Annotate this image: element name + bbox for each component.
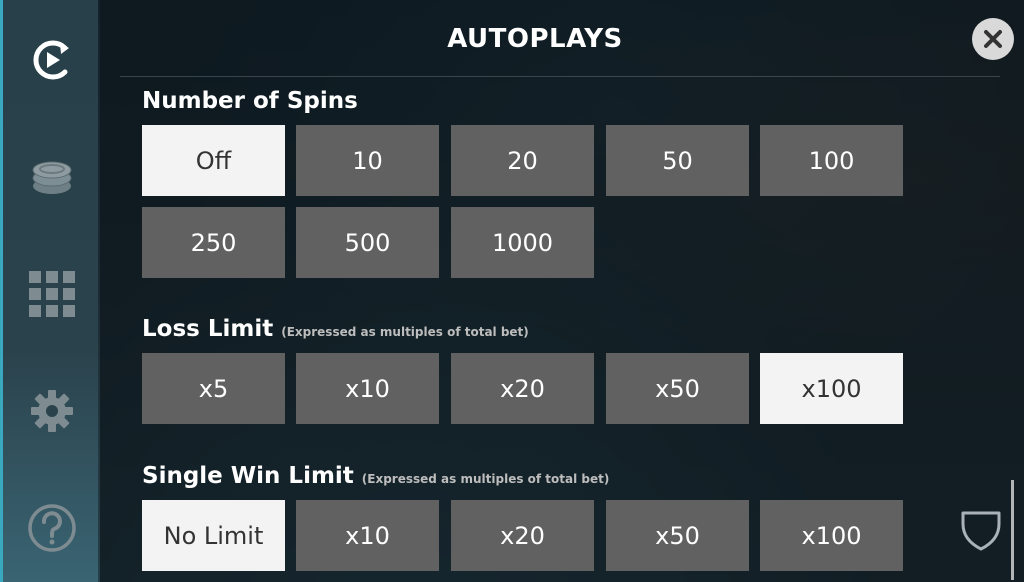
sidebar-item-autoplay[interactable] [3, 30, 101, 90]
win-limit-section-title: Single Win Limit (Expressed as multiples … [142, 463, 609, 489]
sidebar [0, 0, 98, 582]
spins-option-20[interactable]: 20 [451, 125, 594, 196]
loss-limit-option-x50[interactable]: x50 [606, 353, 749, 424]
spins-option-500[interactable]: 500 [296, 207, 439, 278]
sidebar-item-paytable[interactable] [3, 264, 101, 324]
gear-icon [31, 390, 73, 432]
loss-limit-option-x20[interactable]: x20 [451, 353, 594, 424]
loss-limit-option-x10[interactable]: x10 [296, 353, 439, 424]
spins-option-100[interactable]: 100 [760, 125, 903, 196]
shield-icon[interactable] [960, 508, 1002, 552]
sidebar-item-settings[interactable] [3, 381, 101, 441]
loss-limit-option-x5[interactable]: x5 [142, 353, 285, 424]
help-icon [28, 504, 76, 552]
win-limit-label: Single Win Limit [142, 463, 354, 489]
autoplay-icon [33, 40, 69, 80]
win-limit-note: (Expressed as multiples of total bet) [361, 472, 610, 486]
close-icon [984, 30, 1002, 48]
spins-option-250[interactable]: 250 [142, 207, 285, 278]
close-button[interactable] [972, 18, 1014, 60]
win-limit-option-no-limit[interactable]: No Limit [142, 500, 285, 571]
spins-option-1000[interactable]: 1000 [451, 207, 594, 278]
spins-option-10[interactable]: 10 [296, 125, 439, 196]
loss-limit-note: (Expressed as multiples of total bet) [281, 325, 529, 339]
sidebar-item-coins[interactable] [3, 147, 101, 207]
spins-label: Number of Spins [142, 88, 358, 114]
grid-icon [29, 271, 75, 317]
win-limit-option-x10[interactable]: x10 [296, 500, 439, 571]
win-limit-option-x20[interactable]: x20 [451, 500, 594, 571]
divider [120, 76, 1000, 77]
spins-option-off[interactable]: Off [142, 125, 285, 196]
win-limit-option-x100[interactable]: x100 [760, 500, 903, 571]
win-limit-option-x50[interactable]: x50 [606, 500, 749, 571]
page-title: AUTOPLAYS [447, 24, 623, 54]
loss-limit-section-title: Loss Limit (Expressed as multiples of tot… [142, 316, 529, 342]
loss-limit-label: Loss Limit [142, 316, 274, 342]
spins-option-50[interactable]: 50 [606, 125, 749, 196]
loss-limit-option-x100[interactable]: x100 [760, 353, 903, 424]
scrollbar[interactable] [1011, 480, 1014, 580]
coins-icon [32, 161, 72, 194]
sidebar-item-help[interactable] [3, 498, 101, 558]
spins-section-title: Number of Spins [142, 88, 358, 114]
autoplay-panel: AUTOPLAYS Number of Spins Off 10 20 50 1… [100, 0, 1024, 582]
